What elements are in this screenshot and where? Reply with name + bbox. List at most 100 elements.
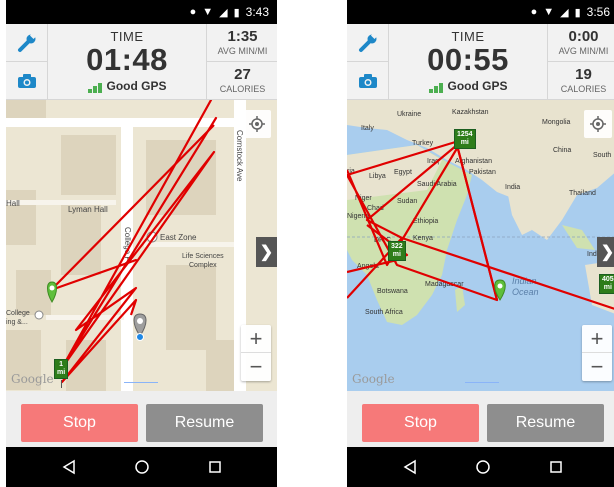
wrench-icon — [359, 31, 379, 52]
back-triangle-icon — [403, 459, 416, 475]
crosshair-icon — [590, 116, 606, 132]
pace-label: AVG MIN/MI — [217, 46, 268, 56]
phone-screen-right: ● ▼ ◢ ▮ 3:56 TIME 00:55 Good GPS 0:00 AV… — [347, 0, 614, 487]
time-panel: TIME 01:48 Good GPS — [48, 24, 206, 100]
gps-label: Good GPS — [447, 79, 508, 93]
time-value: 00:55 — [427, 42, 509, 77]
pace-value: 0:00 — [568, 28, 599, 45]
status-bar: ● ▼ ◢ ▮ 3:56 — [347, 0, 614, 24]
map-label-life-sciences: Life Sciences — [182, 253, 224, 260]
mile-marker-stem — [61, 380, 62, 388]
camera-icon — [359, 74, 377, 88]
map-label-college: College — [6, 310, 30, 317]
stats-column: 0:00 AVG MIN/MI 19 CALORIES — [547, 24, 614, 100]
map-label-china: China — [553, 147, 571, 154]
google-logo: Google — [11, 372, 54, 386]
gps-signal-icon — [428, 82, 443, 93]
battery-icon: ▮ — [574, 6, 581, 19]
crosshair-icon — [249, 116, 265, 132]
action-bar: Stop Resume — [6, 391, 277, 447]
calories-value: 19 — [575, 66, 592, 83]
stop-button[interactable]: Stop — [362, 404, 479, 442]
recents-button[interactable] — [545, 456, 567, 478]
zoom-in-button[interactable]: + — [241, 325, 271, 353]
map-canvas: Cornstock Ave Hall Lyman Hall College Pl… — [6, 100, 277, 391]
recents-square-icon — [209, 461, 221, 473]
signal-icon: ◢ — [560, 6, 569, 19]
map-label-italy: Italy — [361, 125, 374, 132]
route-map[interactable]: Ukraine Kazakhstan Mongolia Italy Turkey… — [347, 100, 614, 391]
location-icon: ● — [189, 6, 197, 18]
pace-stat: 1:35 AVG MIN/MI — [207, 24, 277, 62]
map-label-egypt: Egypt — [394, 169, 412, 176]
map-label-complex: Complex — [189, 262, 217, 269]
map-label-thailand: Thailand — [569, 190, 596, 197]
gps-signal-icon — [87, 82, 102, 93]
android-nav-bar — [347, 447, 614, 487]
calories-stat: 19 CALORIES — [548, 62, 614, 100]
route-map[interactable]: Cornstock Ave Hall Lyman Hall College Pl… — [6, 100, 277, 391]
resume-button[interactable]: Resume — [146, 404, 263, 442]
map-label-ocean: Ocean — [512, 287, 539, 297]
back-button[interactable] — [399, 456, 421, 478]
wrench-icon — [18, 31, 38, 52]
wifi-icon: ▼ — [543, 6, 555, 18]
calories-value: 27 — [234, 66, 251, 83]
map-label-lyman-hall: Lyman Hall — [68, 205, 108, 214]
map-label-turkey: Turkey — [412, 140, 434, 147]
expand-panel-button[interactable]: ❯ — [256, 237, 277, 267]
street-label-cornstock: Cornstock Ave — [235, 130, 244, 182]
pace-stat: 0:00 AVG MIN/MI — [548, 24, 614, 62]
camera-button[interactable] — [6, 62, 48, 100]
recents-square-icon — [550, 461, 562, 473]
home-button[interactable] — [131, 456, 153, 478]
action-bar: Stop Resume — [347, 391, 614, 447]
map-label-south: South — [593, 152, 611, 159]
wifi-icon: ▼ — [202, 6, 214, 18]
settings-button[interactable] — [6, 24, 48, 62]
back-button[interactable] — [58, 456, 80, 478]
calories-stat: 27 CALORIES — [207, 62, 277, 100]
phone-screen-left: ● ▼ ◢ ▮ 3:43 TIME 01:48 Good GPS 1:35 AV… — [6, 0, 277, 487]
camera-button[interactable] — [347, 62, 389, 100]
pace-value: 1:35 — [227, 28, 258, 45]
resume-button[interactable]: Resume — [487, 404, 604, 442]
status-clock: 3:56 — [586, 5, 610, 19]
map-label-hall: Hall — [6, 199, 20, 208]
map-label-south-africa: South Africa — [365, 309, 403, 316]
workout-header: TIME 01:48 Good GPS 1:35 AVG MIN/MI 27 C… — [6, 24, 277, 100]
my-location-button[interactable] — [584, 110, 612, 138]
mile-marker: 1254 mi — [454, 129, 476, 149]
gps-status: Good GPS — [48, 79, 206, 93]
mile-marker: 405 mi — [599, 274, 614, 294]
map-label-mongolia: Mongolia — [542, 119, 571, 126]
calories-label: CALORIES — [560, 84, 607, 94]
gps-status: Good GPS — [389, 79, 547, 93]
zoom-controls: + − — [241, 325, 271, 381]
signal-icon: ◢ — [219, 6, 228, 19]
map-label-libya: Libya — [369, 173, 386, 180]
android-nav-bar — [6, 447, 277, 487]
tool-column — [347, 24, 389, 100]
status-bar: ● ▼ ◢ ▮ 3:43 — [6, 0, 277, 24]
expand-panel-button[interactable]: ❯ — [597, 237, 614, 267]
settings-button[interactable] — [347, 24, 389, 62]
zoom-in-button[interactable]: + — [582, 325, 612, 353]
map-label-ing: ing &... — [6, 319, 28, 326]
zoom-out-button[interactable]: − — [582, 353, 612, 381]
home-button[interactable] — [472, 456, 494, 478]
stop-button[interactable]: Stop — [21, 404, 138, 442]
map-label-sudan: Sudan — [397, 198, 417, 205]
map-label-ukraine: Ukraine — [397, 111, 421, 118]
map-label-botswana: Botswana — [377, 288, 408, 295]
zoom-controls: + − — [582, 325, 612, 381]
pace-label: AVG MIN/MI — [558, 46, 609, 56]
map-scale — [124, 382, 158, 383]
battery-icon: ▮ — [233, 6, 240, 19]
my-location-button[interactable] — [243, 110, 271, 138]
map-label-pakistan: Pakistan — [469, 169, 496, 176]
zoom-out-button[interactable]: − — [241, 353, 271, 381]
stats-column: 1:35 AVG MIN/MI 27 CALORIES — [206, 24, 277, 100]
time-value: 01:48 — [86, 42, 168, 77]
recents-button[interactable] — [204, 456, 226, 478]
